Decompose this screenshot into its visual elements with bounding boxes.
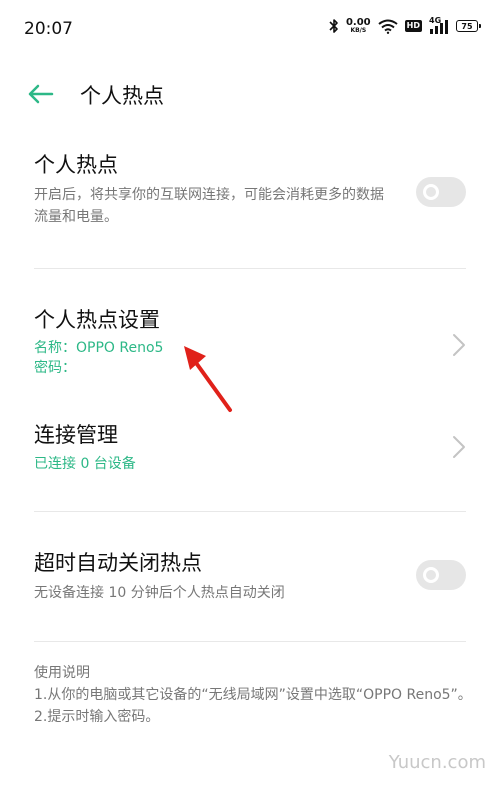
hotspot-settings-row[interactable]: 个人热点设置 名称：OPPO Reno5 密码： — [34, 305, 466, 390]
hotspot-name: 名称：OPPO Reno5 — [34, 340, 164, 356]
divider — [34, 641, 466, 642]
auto-close-title: 超时自动关闭热点 — [34, 551, 202, 575]
hotspot-toggle-row[interactable]: 个人热点 开启后，将共享你的互联网连接，可能会消耗更多的数据流量和电量。 — [34, 150, 466, 245]
back-arrow-icon — [28, 84, 54, 104]
auto-close-toggle[interactable] — [416, 560, 466, 590]
chevron-right-icon — [453, 334, 465, 356]
annotation-arrow — [184, 346, 232, 412]
cellular-signal: 4G — [429, 15, 449, 34]
hotspot-settings-title: 个人热点设置 — [34, 308, 160, 332]
battery-level: 75 — [461, 21, 473, 31]
divider — [34, 268, 466, 269]
battery-icon: 75 — [456, 20, 481, 32]
watermark: Yuucn.com — [388, 752, 486, 773]
usage-heading: 使用说明 — [34, 665, 90, 681]
toggle-knob — [423, 184, 439, 200]
status-icons: 0.00 KB/S HD 4G 75 — [329, 15, 481, 34]
bluetooth-icon — [329, 19, 338, 33]
auto-close-description: 无设备连接 10 分钟后个人热点自动关闭 — [34, 585, 285, 601]
chevron-right-icon — [453, 436, 465, 458]
network-speed: 0.00 KB/S — [345, 17, 371, 34]
connection-management-row[interactable]: 连接管理 已连接 0 台设备 — [34, 420, 466, 480]
status-time: 20:07 — [24, 19, 73, 39]
hotspot-toggle[interactable] — [416, 177, 466, 207]
usage-step-1: 1.从你的电脑或其它设备的“无线局域网”设置中选取“OPPO Reno5”。 — [34, 687, 472, 703]
hotspot-password: 密码： — [34, 360, 76, 376]
connected-devices-count: 已连接 0 台设备 — [34, 456, 136, 472]
divider — [34, 511, 466, 512]
network-type: 4G — [429, 15, 442, 25]
hd-badge: HD — [404, 20, 422, 32]
back-button[interactable] — [26, 80, 58, 108]
wifi-icon — [378, 19, 398, 34]
connection-management-title: 连接管理 — [34, 423, 118, 447]
toggle-knob — [423, 567, 439, 583]
usage-instructions: 使用说明 1.从你的电脑或其它设备的“无线局域网”设置中选取“OPPO Reno… — [34, 662, 474, 728]
hotspot-title: 个人热点 — [34, 153, 118, 177]
usage-step-2: 2.提示时输入密码。 — [34, 709, 160, 725]
page-title: 个人热点 — [80, 84, 164, 108]
auto-close-row[interactable]: 超时自动关闭热点 无设备连接 10 分钟后个人热点自动关闭 — [34, 548, 466, 608]
status-bar: 20:07 0.00 KB/S HD 4G 75 — [0, 0, 500, 60]
app-bar: 个人热点 — [0, 70, 500, 118]
hotspot-description: 开启后，将共享你的互联网连接，可能会消耗更多的数据流量和电量。 — [34, 187, 384, 225]
